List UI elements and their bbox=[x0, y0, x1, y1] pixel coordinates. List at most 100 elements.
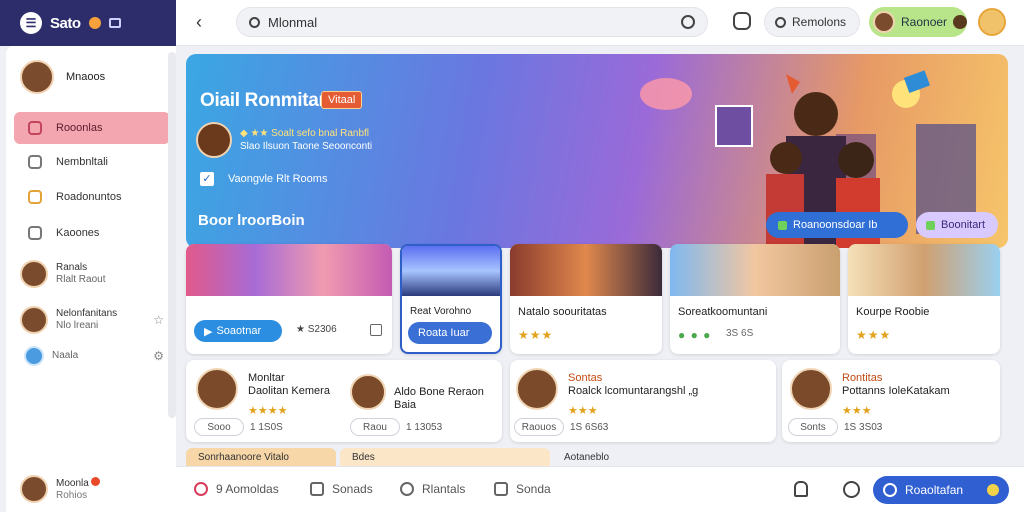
share-icon[interactable] bbox=[370, 324, 382, 336]
person-name-block: Aldo Bone Reraon Baia bbox=[394, 386, 484, 412]
sidebar-item-roads[interactable]: Roadonuntos bbox=[14, 181, 170, 213]
back-arrow-icon[interactable]: ‹ bbox=[196, 12, 202, 33]
globe-icon bbox=[883, 483, 897, 497]
avatar bbox=[196, 122, 232, 158]
brand-bar: ☰ Sato bbox=[0, 0, 176, 46]
hero-person[interactable]: ◆ ★★ Soalt sefo bnal Ranbfl Slao Ilsuon … bbox=[196, 122, 372, 158]
card-title: Reat Vorohno bbox=[410, 306, 472, 317]
sidebar-item-members[interactable]: Nembnltali bbox=[14, 146, 170, 178]
card-action-button[interactable]: Roata Iuar bbox=[408, 322, 492, 344]
bell-icon[interactable] bbox=[794, 481, 808, 497]
sidebar-profile[interactable]: Mnaoos bbox=[20, 60, 105, 94]
bottom-item-label: Sonda bbox=[516, 482, 551, 496]
gear-icon[interactable]: ⚙ bbox=[153, 349, 164, 363]
footer-name: Moonla bbox=[56, 477, 89, 489]
sidebar-footer-profile[interactable]: Moonla Rohios bbox=[6, 466, 176, 512]
person-name: Ranals bbox=[56, 262, 88, 273]
bottom-item[interactable]: Sonads bbox=[310, 482, 373, 496]
heart-icon bbox=[194, 482, 208, 496]
hero-check-label: Vaongvle Rlt Rooms bbox=[228, 173, 328, 185]
sidebar-item-kaoones[interactable]: Kaoones bbox=[14, 217, 170, 249]
sidebar-person[interactable]: Nelonfanitans Nlo lreani ☆ bbox=[20, 306, 170, 334]
person-tag[interactable]: Sooo bbox=[194, 418, 244, 436]
chat-icon[interactable] bbox=[733, 12, 751, 30]
section-tab[interactable]: Aotaneblo bbox=[552, 448, 1002, 466]
person-card[interactable]: Rontitas Pottanns IoleKatakam ★★★ Sonts … bbox=[782, 360, 1000, 442]
sidebar-person[interactable]: Ranals Rlalt Raout bbox=[20, 260, 170, 288]
folder-icon bbox=[28, 190, 42, 204]
person-card[interactable]: Monltar Daolitan Kemera ★★★★ Sooo 1 1S0S… bbox=[186, 360, 502, 442]
card-thumbnail bbox=[510, 244, 662, 296]
person-name-block: Sontas Roalck lcomuntarangshl „g bbox=[568, 372, 698, 398]
search-icon bbox=[775, 16, 786, 28]
brand-window-icon[interactable] bbox=[108, 18, 121, 28]
card-title: Natalo soouritatas bbox=[518, 306, 607, 318]
bottom-item[interactable]: Sonda bbox=[494, 482, 551, 496]
footer-sub: Rohios bbox=[56, 489, 88, 501]
person-tag[interactable]: Raouos bbox=[514, 418, 564, 436]
person-name-block: Rontitas Pottanns IoleKatakam bbox=[842, 372, 950, 398]
person-tag[interactable]: Sonts bbox=[788, 418, 838, 436]
hero-checkbox[interactable]: ✓ Vaongvle Rlt Rooms bbox=[200, 172, 327, 186]
user-chip[interactable]: Raonoer bbox=[869, 7, 967, 37]
secondary-search-label: Remolons bbox=[792, 15, 847, 29]
profile-name: Mnaoos bbox=[66, 71, 106, 83]
sidebar-scrollbar[interactable] bbox=[168, 52, 176, 418]
secondary-search-button[interactable]: Remolons bbox=[764, 7, 860, 37]
card-button-label: Soaotnar bbox=[216, 325, 262, 337]
card-play-button[interactable]: ▶ Soaotnar bbox=[194, 320, 282, 342]
avatar bbox=[20, 260, 48, 288]
person-name: Naala bbox=[52, 350, 79, 361]
user-chip-label: Raonoer bbox=[901, 15, 948, 29]
person-tag[interactable]: Raou bbox=[350, 418, 400, 436]
star-icon[interactable]: ☆ bbox=[153, 313, 164, 327]
card-thumbnail bbox=[670, 244, 840, 296]
bottom-item[interactable]: Rlantals bbox=[400, 482, 465, 496]
card-meta: 3S 6S bbox=[726, 328, 754, 339]
refresh-icon[interactable] bbox=[681, 15, 695, 29]
media-card[interactable]: Soreatkoomuntani ● ● ● 3S 6S bbox=[670, 244, 840, 354]
avatar bbox=[20, 60, 54, 94]
sidebar-item-label: Kaoones bbox=[56, 227, 100, 239]
app-root: ☰ Sato ‹ Mlonmal Remolons Raonoer Mnaoos bbox=[0, 0, 1024, 512]
person-sub: Roalck lcomuntarangshl „g bbox=[568, 385, 699, 397]
card-title: Soreatkoomuntani bbox=[678, 306, 768, 318]
media-card[interactable]: ▶ Soaotnar ★ S2306 bbox=[186, 244, 392, 354]
image-icon bbox=[28, 226, 42, 240]
home-icon bbox=[28, 121, 42, 135]
primary-cta-button[interactable]: Roaoltafan bbox=[873, 476, 1009, 504]
section-tab[interactable]: Sonrhaanoore Vitalo bbox=[186, 448, 336, 466]
section-tab[interactable]: Bdes bbox=[340, 448, 550, 466]
card-thumbnail bbox=[848, 244, 1000, 296]
hero-banner: Oiail Ronmitan Vitaal ◆ ★★ Soalt sefo bn… bbox=[186, 54, 1008, 248]
hero-secondary-button[interactable]: Boonitart bbox=[916, 212, 998, 238]
bottom-item[interactable]: 9 Aomoldas bbox=[194, 482, 279, 496]
media-card[interactable]: Kourpe Roobie ★★★ bbox=[848, 244, 1000, 354]
avatar bbox=[350, 374, 386, 410]
emoji-icon[interactable] bbox=[843, 481, 860, 498]
avatar bbox=[516, 368, 558, 410]
card-rating: ★★★ bbox=[856, 328, 892, 342]
person-name: Aldo Bone Reraon bbox=[394, 386, 484, 398]
person-sub: Rlalt Raout bbox=[56, 274, 106, 285]
rating-stars: ★★★ bbox=[842, 405, 872, 417]
sidebar-item-home[interactable]: Rooonlas bbox=[14, 112, 170, 144]
search-icon bbox=[249, 16, 260, 28]
hero-person-line2: Slao Ilsuon Taone Seoonconti bbox=[240, 141, 373, 152]
search-input[interactable]: Mlonmal bbox=[236, 7, 708, 37]
person-card[interactable]: Sontas Roalck lcomuntarangshl „g ★★★ Rao… bbox=[510, 360, 776, 442]
card-rating: ★★★ bbox=[518, 328, 554, 342]
share-arrow-icon bbox=[310, 482, 324, 496]
sidebar-person[interactable]: Naala ⚙ bbox=[20, 346, 170, 366]
comment-icon bbox=[400, 482, 414, 496]
menu-icon[interactable]: ☰ bbox=[20, 12, 42, 34]
section-title: Boor lroorBoin bbox=[198, 212, 305, 229]
profile-avatar[interactable] bbox=[978, 8, 1006, 36]
person-name-block: Monltar Daolitan Kemera bbox=[248, 372, 330, 398]
hero-primary-button[interactable]: Roanoonsdoar Ib bbox=[766, 212, 908, 238]
media-card[interactable]: Reat Vorohno Roata Iuar bbox=[400, 244, 502, 354]
avatar bbox=[196, 368, 238, 410]
top-bar: ‹ Mlonmal Remolons Raonoer bbox=[176, 0, 1024, 46]
avatar bbox=[790, 368, 832, 410]
media-card[interactable]: Natalo soouritatas ★★★ bbox=[510, 244, 662, 354]
